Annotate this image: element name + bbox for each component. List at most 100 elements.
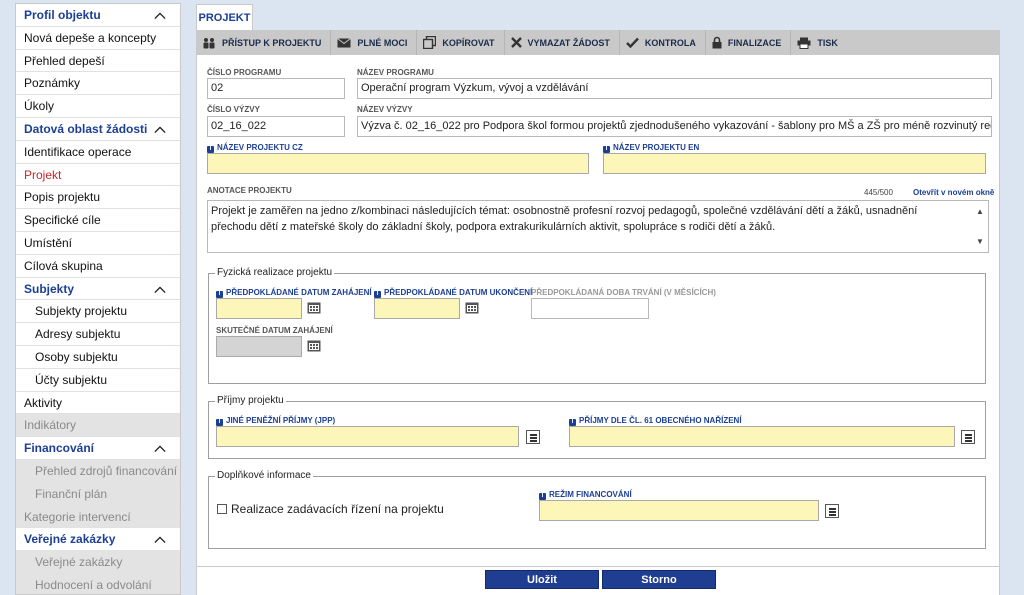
sidebar-item-financni-plan: Finanční plán [16,482,180,506]
list-icon[interactable] [526,430,540,444]
chevron-up-icon[interactable] [154,284,166,296]
sidebar-item-label: Subjekty projektu [35,304,128,319]
other-income-label-text: JINÉ PENĚŽNÍ PŘÍJMY (JPP) [226,416,336,425]
check-button[interactable]: KONTROLA [620,30,706,55]
check-label: KONTROLA [644,37,696,48]
art61-income-field[interactable] [569,426,955,447]
sidebar-section-profil-objektu[interactable]: Profil objektu [16,4,180,27]
sidebar-item-specificke-cile[interactable]: Specifické cíle [16,209,180,232]
project-name-cz-label-text: NÁZEV PROJEKTU CZ [217,143,303,152]
start-actual-date-field [216,336,302,357]
lock-icon [712,36,722,49]
scroll-down-icon[interactable]: ▼ [976,234,984,250]
start-planned-date-field[interactable] [216,298,302,319]
project-name-en-label-text: NÁZEV PROJEKTU EN [613,143,700,152]
financing-mode-label: i REŽIM FINANCOVÁNÍ [539,490,632,500]
chevron-up-icon[interactable] [154,124,166,136]
printer-icon [797,37,811,49]
physical-realization-legend: Fyzická realizace projektu [215,267,335,278]
access-button[interactable]: PŘÍSTUP K PROJEKTU [196,30,332,55]
sidebar-item-subjekty-projektu[interactable]: Subjekty projektu [16,300,180,324]
info-icon: i [374,291,381,298]
delete-label: VYMAZAT ŽÁDOST [527,37,610,48]
action-bar: Uložit Storno [196,567,1000,595]
scroll-up-icon[interactable]: ▲ [976,204,984,220]
sidebar-item-label: Specifické cíle [24,213,101,228]
sidebar-item-label: Přehled zdrojů financování [35,463,178,478]
sidebar-item-label: Kategorie intervencí [24,509,131,524]
save-button[interactable]: Uložit [485,570,599,589]
sidebar-item-label: Identifikace operace [24,144,132,159]
duration-field[interactable] [531,298,649,319]
tab-projekt[interactable]: PROJEKT [196,4,253,31]
sidebar-item-projekt[interactable]: Projekt [16,164,180,187]
calendar-icon[interactable] [307,301,321,314]
program-number-field[interactable]: 02 [207,78,345,99]
sidebar-item-label: Poznámky [24,76,81,91]
procurement-checkbox[interactable] [217,504,227,514]
sidebar-item-label: Umístění [24,235,73,250]
finalize-button[interactable]: FINALIZACE [706,30,792,55]
print-button[interactable]: TISK [791,30,847,55]
sidebar-item-label: Profil objektu [24,8,101,22]
copy-icon [423,36,437,49]
list-icon[interactable] [961,430,975,444]
info-icon: i [603,146,610,153]
sidebar-section-datova-oblast-zadosti[interactable]: Datová oblast žádosti [16,118,180,141]
calendar-icon[interactable] [307,339,321,352]
envelope-icon [337,37,352,47]
call-name-field[interactable]: Výzva č. 02_16_022 pro Podpora škol form… [357,116,992,137]
sidebar-item-label: Datová oblast žádosti [24,121,148,136]
annotation-textarea[interactable]: Projekt je zaměřen na jedno z/kombinaci … [207,200,989,253]
sidebar-item-cilova-skupina[interactable]: Cílová skupina [16,255,180,278]
financing-mode-field[interactable] [539,500,819,521]
sidebar-item-label: Subjekty [24,281,75,296]
power-of-attorney-button[interactable]: PLNÉ MOCI [331,30,418,55]
sidebar-item-identifikace-operace[interactable]: Identifikace operace [16,141,180,164]
call-number-field[interactable]: 02_16_022 [207,116,345,137]
sidebar-section-financovani[interactable]: Financování [16,437,180,460]
procurement-checkbox-label[interactable]: Realizace zadávacích řízení na projektu [231,502,444,516]
end-planned-label: i PŘEDPOKLÁDANÉ DATUM UKONČENÍ [374,288,532,298]
sidebar-item-label: Aktivity [24,395,63,410]
access-label: PŘÍSTUP K PROJEKTU [222,37,322,48]
print-label: TISK [817,37,838,48]
info-icon: i [207,146,214,153]
duration-label: PŘEDPOKLÁDANÁ DOBA TRVÁNÍ (V MĚSÍCÍCH) [531,288,716,297]
sidebar-item-poznamky[interactable]: Poznámky [16,72,180,96]
sidebar-item-prehled-depesi[interactable]: Přehled depeší [16,50,180,73]
open-in-new-window-link[interactable]: Otevřít v novém okně [913,188,994,197]
end-planned-date-field[interactable] [374,298,460,319]
sidebar-item-umisteni[interactable]: Umístění [16,232,180,255]
sidebar-item-popis-projektu[interactable]: Popis projektu [16,186,180,210]
additional-info-legend: Doplňkové informace [215,470,313,481]
sidebar-item-nova-depese-a-koncepty[interactable]: Nová depeše a koncepty [16,27,180,50]
project-name-en-label: i NÁZEV PROJEKTU EN [603,143,699,153]
people-icon [203,37,215,48]
list-icon[interactable] [825,504,839,518]
chevron-up-icon[interactable] [154,534,166,546]
project-name-cz-field[interactable] [207,153,589,174]
cancel-button[interactable]: Storno [602,570,716,589]
sidebar-section-subjekty[interactable]: Subjekty [16,278,180,301]
annotation-scrollbar[interactable]: ▲ ▼ [973,202,987,252]
chevron-up-icon[interactable] [154,443,166,455]
sidebar-item-ucty-subjektu[interactable]: Účty subjektu [16,369,180,392]
sidebar-item-aktivity[interactable]: Aktivity [16,392,180,415]
sidebar-item-osoby-subjektu[interactable]: Osoby subjektu [16,346,180,369]
sidebar-item-label: Finanční plán [35,486,108,501]
art61-income-label: i PŘÍJMY DLE ČL. 61 OBECNÉHO NAŘÍZENÍ [569,416,742,426]
start-planned-label: i PŘEDPOKLÁDANÉ DATUM ZAHÁJENÍ [216,288,372,298]
copy-button[interactable]: KOPÍROVAT [417,30,505,55]
other-income-field[interactable] [216,426,519,447]
sidebar-section-verejne-zakazky[interactable]: Veřejné zakázky [16,528,180,552]
sidebar-item-adresy-subjektu[interactable]: Adresy subjektu [16,323,180,346]
delete-button[interactable]: VYMAZAT ŽÁDOST [505,30,620,55]
sidebar-item-ukoly[interactable]: Úkoly [16,95,180,118]
calendar-icon[interactable] [465,301,479,314]
sidebar-item-label: Veřejné zakázky [35,555,123,570]
project-name-en-field[interactable] [603,153,986,174]
chevron-up-icon[interactable] [154,10,166,22]
program-name-field[interactable]: Operační program Výzkum, vývoj a vzděláv… [357,78,992,99]
program-name-label: NÁZEV PROGRAMU [357,68,434,77]
